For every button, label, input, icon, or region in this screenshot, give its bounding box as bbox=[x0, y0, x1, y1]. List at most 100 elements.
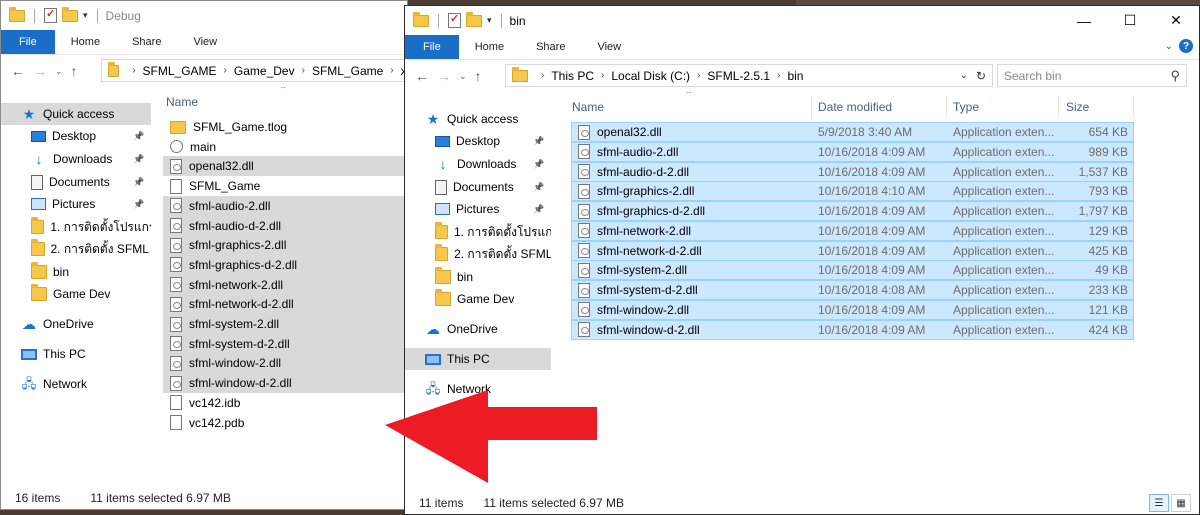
nav-item[interactable]: Game Dev bbox=[405, 288, 551, 310]
nav-item[interactable]: 🖧 Network bbox=[1, 373, 151, 395]
file-row[interactable]: sfml-network-d-2.dll 10/16/2018 4:09 AM Ap… bbox=[571, 240, 1134, 261]
file-row[interactable]: sfml-window-2.dll bbox=[163, 353, 407, 374]
breadcrumb-item[interactable]: SFML_GAME bbox=[143, 64, 217, 78]
tab-share[interactable]: Share bbox=[116, 30, 177, 54]
file-row[interactable]: sfml-system-d-2.dll bbox=[163, 333, 407, 354]
properties-icon[interactable] bbox=[44, 7, 57, 23]
nav-item[interactable]: bin bbox=[405, 266, 551, 288]
breadcrumb-item[interactable]: SFML-2.5.1 bbox=[707, 69, 770, 83]
file-row[interactable]: sfml-graphics-2.dll 10/16/2018 4:10 AM App… bbox=[571, 181, 1134, 202]
back-arrow-icon[interactable]: ← bbox=[11, 63, 25, 79]
column-header-type[interactable]: Type bbox=[953, 92, 979, 122]
new-folder-icon[interactable] bbox=[62, 6, 78, 22]
file-row[interactable]: sfml-graphics-2.dll bbox=[163, 235, 407, 256]
file-row[interactable]: sfml-system-2.dll 10/16/2018 4:09 AM Appli… bbox=[571, 260, 1134, 281]
address-bar[interactable]: › This PC › Local Disk (C:) › SFML-2.5.1… bbox=[505, 64, 993, 87]
breadcrumb-item[interactable]: Local Disk (C:) bbox=[611, 69, 690, 83]
file-row[interactable]: openal32.dll bbox=[163, 156, 407, 177]
nav-item[interactable]: Pictures 📌 bbox=[405, 198, 551, 220]
pin-icon[interactable]: 📌 bbox=[533, 204, 544, 215]
file-row[interactable]: sfml-window-d-2.dll 10/16/2018 4:09 AM App… bbox=[571, 319, 1134, 340]
search-input[interactable]: Search bin ⚲ bbox=[997, 64, 1187, 87]
file-row[interactable]: sfml-graphics-d-2.dll 10/16/2018 4:09 AM A… bbox=[571, 201, 1134, 221]
breadcrumb-item[interactable]: Game_Dev bbox=[234, 64, 295, 78]
minimize-button[interactable]: — bbox=[1061, 6, 1107, 35]
file-row[interactable]: sfml-system-2.dll bbox=[163, 314, 407, 334]
nav-item[interactable]: ☁ OneDrive bbox=[1, 313, 151, 335]
nav-item[interactable]: 1. การติดตั้งโปรแกรม V bbox=[405, 221, 551, 243]
nav-item[interactable]: ☁ OneDrive bbox=[405, 318, 551, 340]
file-row[interactable]: sfml-network-2.dll bbox=[163, 274, 407, 295]
quick-access-toolbar-dropdown-icon[interactable]: ▾ bbox=[487, 15, 492, 26]
pin-icon[interactable]: 📌 bbox=[533, 182, 544, 193]
pin-icon[interactable]: 📌 bbox=[133, 131, 144, 142]
file-row[interactable]: sfml-window-2.dll 10/16/2018 4:09 AM Appli… bbox=[571, 299, 1134, 320]
nav-item[interactable]: 2. การติดตั้ง SFML ร่วม bbox=[405, 243, 551, 265]
nav-item[interactable]: 1. การติดตั้งโปรแกรม V bbox=[1, 216, 151, 238]
new-folder-icon[interactable] bbox=[466, 11, 482, 27]
nav-item[interactable]: ★ Quick access bbox=[405, 108, 551, 130]
address-bar[interactable]: › SFML_GAME › Game_Dev › SFML_Game › x64 bbox=[101, 59, 407, 82]
tab-home[interactable]: Home bbox=[459, 35, 520, 59]
nav-item[interactable]: This PC bbox=[1, 343, 151, 365]
forward-arrow-icon[interactable]: → bbox=[437, 68, 451, 84]
column-header-name[interactable]: Name bbox=[572, 92, 604, 122]
nav-item[interactable]: ↓ Downloads 📌 bbox=[1, 148, 151, 170]
nav-item[interactable]: ↓ Downloads 📌 bbox=[405, 153, 551, 175]
pin-icon[interactable]: 📌 bbox=[133, 177, 144, 188]
recent-locations-icon[interactable]: ⌄ bbox=[55, 66, 63, 77]
tab-view[interactable]: View bbox=[581, 35, 637, 59]
breadcrumb-item[interactable]: This PC bbox=[551, 69, 594, 83]
file-row[interactable]: sfml-network-2.dll 10/16/2018 4:09 AM Appl… bbox=[571, 220, 1134, 241]
maximize-button[interactable]: ☐ bbox=[1107, 6, 1153, 35]
large-icons-view-button[interactable]: ▦ bbox=[1171, 494, 1191, 512]
nav-item[interactable]: ★ Quick access bbox=[1, 103, 151, 125]
up-arrow-icon[interactable]: ↑ bbox=[71, 63, 78, 79]
file-row[interactable]: openal32.dll 5/9/2018 3:40 AM Application … bbox=[571, 122, 1134, 142]
nav-item[interactable]: Pictures 📌 bbox=[1, 193, 151, 215]
tab-view[interactable]: View bbox=[177, 30, 233, 54]
file-row[interactable]: sfml-audio-2.dll 10/16/2018 4:09 AM Applic… bbox=[571, 141, 1134, 162]
tab-home[interactable]: Home bbox=[55, 30, 116, 54]
file-row[interactable]: sfml-audio-d-2.dll 10/16/2018 4:09 AM Appl… bbox=[571, 161, 1134, 182]
file-row[interactable]: sfml-system-d-2.dll 10/16/2018 4:08 AM App… bbox=[571, 280, 1134, 300]
help-icon[interactable]: ? bbox=[1179, 39, 1193, 53]
nav-item[interactable]: bin bbox=[1, 261, 151, 283]
nav-item[interactable]: Documents 📌 bbox=[405, 176, 551, 198]
expand-ribbon-icon[interactable]: ⌄ bbox=[1165, 41, 1173, 52]
quick-access-toolbar-dropdown-icon[interactable]: ▾ bbox=[83, 10, 88, 21]
pin-icon[interactable]: 📌 bbox=[133, 199, 144, 210]
pin-icon[interactable]: 📌 bbox=[533, 136, 544, 147]
column-header-date-modified[interactable]: Date modified bbox=[818, 92, 892, 122]
file-row[interactable]: vc142.pdb bbox=[163, 413, 407, 433]
recent-locations-icon[interactable]: ⌄ bbox=[459, 71, 467, 82]
tab-share[interactable]: Share bbox=[520, 35, 581, 59]
close-button[interactable]: ✕ bbox=[1153, 6, 1199, 35]
file-row[interactable]: sfml-audio-d-2.dll bbox=[163, 215, 407, 236]
tab-file[interactable]: File bbox=[405, 35, 459, 59]
file-row[interactable]: vc142.idb bbox=[163, 393, 407, 413]
nav-item[interactable]: This PC bbox=[405, 348, 551, 370]
breadcrumb-item[interactable]: SFML_Game bbox=[312, 64, 383, 78]
file-row[interactable]: SFML_Game bbox=[163, 176, 407, 196]
nav-item[interactable]: Desktop 📌 bbox=[1, 125, 151, 147]
column-header-size[interactable]: Size bbox=[1066, 92, 1089, 122]
details-view-button[interactable]: ☰ bbox=[1149, 494, 1169, 512]
breadcrumb-item[interactable]: bin bbox=[787, 69, 803, 83]
nav-item[interactable]: Desktop 📌 bbox=[405, 130, 551, 152]
nav-item[interactable]: Game Dev bbox=[1, 283, 151, 305]
nav-item[interactable]: Documents 📌 bbox=[1, 171, 151, 193]
refresh-icon[interactable]: ↻ bbox=[976, 69, 986, 83]
properties-icon[interactable] bbox=[448, 12, 461, 28]
back-arrow-icon[interactable]: ← bbox=[415, 68, 429, 84]
address-dropdown-icon[interactable]: ⌄ bbox=[960, 70, 968, 81]
file-row[interactable]: sfml-network-d-2.dll bbox=[163, 294, 407, 315]
pin-icon[interactable]: 📌 bbox=[533, 159, 544, 170]
file-row[interactable]: sfml-window-d-2.dll bbox=[163, 373, 407, 394]
pin-icon[interactable]: 📌 bbox=[133, 154, 144, 165]
tab-file[interactable]: File bbox=[1, 30, 55, 54]
file-row[interactable]: SFML_Game.tlog bbox=[163, 117, 407, 137]
column-header-name[interactable]: Name bbox=[166, 87, 198, 117]
file-row[interactable]: sfml-audio-2.dll bbox=[163, 195, 407, 216]
up-arrow-icon[interactable]: ↑ bbox=[475, 68, 482, 84]
